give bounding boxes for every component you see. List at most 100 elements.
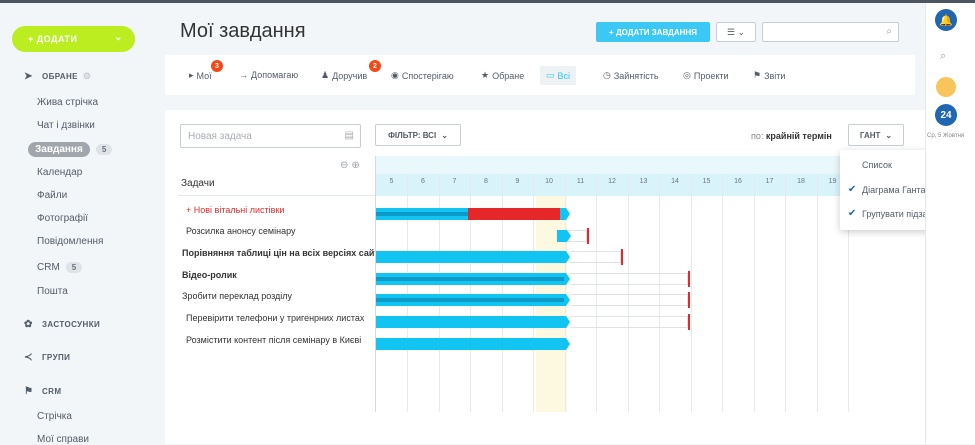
deadline-span xyxy=(570,273,688,285)
gantt-label: ГАНТ xyxy=(859,130,881,140)
sidebar-item-feed[interactable]: Жива стрічка xyxy=(37,97,98,108)
add-button[interactable]: + ДОДАТИ ⌄ xyxy=(12,26,135,52)
apps-section[interactable]: ✿ ЗАСТОСУНКИ xyxy=(24,319,100,330)
grid-line xyxy=(753,174,755,412)
counter-badge[interactable]: 24 xyxy=(935,104,957,126)
day-label: 10 xyxy=(545,178,553,185)
pin-icon: ➤ xyxy=(24,71,33,82)
tab-workload[interactable]: ◷ Зайнятість xyxy=(603,70,659,81)
task-bar[interactable] xyxy=(560,208,570,220)
avatar[interactable] xyxy=(936,77,956,97)
new-task-input[interactable]: Новая задача ▤ xyxy=(180,124,361,148)
deadline-marker xyxy=(621,249,623,265)
day-label: 8 xyxy=(484,178,488,185)
sidebar-item-chat[interactable]: Чат і дзвінки xyxy=(37,120,95,131)
sidebar-item-my-activities[interactable]: Мої справи xyxy=(37,434,89,445)
page-title: Мої завдання xyxy=(180,20,306,42)
grid-line xyxy=(627,174,629,412)
tab-mine[interactable]: ▸ Мої 3 xyxy=(189,60,223,81)
list-icon: ☰ ⌄ xyxy=(726,26,746,37)
form-icon[interactable]: ▤ xyxy=(345,130,354,141)
add-task-button[interactable]: + ДОДАТИ ЗАВДАННЯ xyxy=(596,22,710,42)
add-button-label: + ДОДАТИ xyxy=(28,34,78,44)
sidebar-item-messages[interactable]: Повідомлення xyxy=(37,236,103,247)
sidebar-item-photos[interactable]: Фотографії xyxy=(37,213,88,224)
zoom-controls[interactable]: ⊖⊕ xyxy=(340,160,363,171)
left-sidebar: + ДОДАТИ ⌄ ➤ ОБРАНЕ ⚙ Жива стрічка Чат і… xyxy=(0,3,165,445)
gantt-view-button[interactable]: ГАНТ ⌄ xyxy=(848,124,904,146)
task-bar[interactable] xyxy=(376,251,570,263)
sort-prefix: по: xyxy=(751,131,764,141)
task-bar[interactable] xyxy=(376,294,570,306)
task-bar[interactable] xyxy=(376,338,570,350)
menu-item-list[interactable]: Список xyxy=(848,160,892,170)
zoom-in-icon[interactable]: ⊕ xyxy=(351,160,362,171)
day-label: 7 xyxy=(452,178,457,185)
tab-watching[interactable]: ◉ Спостерігаю xyxy=(391,70,454,81)
tab-reports[interactable]: ⚑ Звіти xyxy=(753,70,785,81)
sidebar-item-crm-feed[interactable]: Стрічка xyxy=(37,411,72,422)
view-mode-button[interactable]: ☰ ⌄ xyxy=(716,22,756,42)
sidebar-item-tasks-wrap: Завдання 5 xyxy=(28,142,113,157)
task-bar[interactable] xyxy=(557,230,571,242)
task-row[interactable]: Порівняння таблиці цін на всіх версіях с… xyxy=(182,248,384,258)
sidebar-item-mail[interactable]: Пошта xyxy=(37,286,68,297)
gear-icon[interactable]: ⚙ xyxy=(83,71,91,82)
sidebar-item-crm[interactable]: CRM xyxy=(37,262,60,273)
tab-projects[interactable]: ◎ Проекти xyxy=(683,70,729,81)
search-icon[interactable]: ⌕ xyxy=(940,50,946,63)
tab-assigned[interactable]: ♟ Доручив 2 xyxy=(321,60,381,81)
tab-helping[interactable]: → Допомагаю xyxy=(239,70,298,80)
sort-selector[interactable]: по: крайній термін xyxy=(751,131,832,141)
overdue-bar[interactable] xyxy=(468,208,560,220)
deadline-marker xyxy=(688,292,690,308)
menu-item-gantt[interactable]: ✔ Діаграма Ганта xyxy=(848,184,925,195)
date-label: Ср, 5 Жовтня xyxy=(927,133,965,139)
task-bar[interactable] xyxy=(376,316,570,328)
task-row[interactable]: Розмістити контент після семінару в Києв… xyxy=(186,335,361,345)
task-bar[interactable] xyxy=(376,208,468,220)
task-row[interactable]: Відео-ролик xyxy=(182,270,237,280)
day-label: 16 xyxy=(734,178,742,185)
day-label: 14 xyxy=(671,178,679,185)
task-row[interactable]: Перевірити телефони у тригенрних листах xyxy=(186,313,364,323)
bell-icon[interactable]: 🔔 xyxy=(935,9,957,31)
groups-section[interactable]: ≺ ГРУПИ xyxy=(24,352,70,363)
tab-label: Обране xyxy=(492,70,525,81)
apps-label: ЗАСТОСУНКИ xyxy=(42,320,101,329)
check-icon: ✔ xyxy=(848,208,857,219)
clock-icon: ◷ xyxy=(603,70,611,80)
tab-label: Всі xyxy=(557,70,571,81)
grid-line xyxy=(596,174,597,412)
crm-section[interactable]: ⚑ CRM xyxy=(24,386,61,397)
task-row[interactable]: Зробити переклад розділу xyxy=(182,291,292,301)
task-row[interactable]: + Нові вітальні листівки xyxy=(186,205,284,215)
arrow-right-icon: → xyxy=(239,70,248,80)
task-row[interactable]: Розсилка анонсу семінару xyxy=(186,226,295,236)
deadline-span xyxy=(570,316,688,328)
sidebar-item-files[interactable]: Файли xyxy=(37,190,67,201)
day-label: 9 xyxy=(515,178,520,185)
task-bar[interactable] xyxy=(376,273,570,285)
day-label: 17 xyxy=(765,178,774,185)
filter-label: ФІЛЬТР: ВСІ xyxy=(388,130,437,140)
tab-all[interactable]: ▭ Всі xyxy=(540,66,577,85)
sidebar-item-calendar[interactable]: Календар xyxy=(37,167,82,178)
search-icon: ⌕ xyxy=(886,26,892,37)
new-task-placeholder: Новая задача xyxy=(188,130,252,142)
zoom-out-icon[interactable]: ⊖ xyxy=(340,160,351,171)
tab-favorites[interactable]: ★ Обране xyxy=(481,70,524,81)
filter-button[interactable]: ФІЛЬТР: ВСІ ⌄ xyxy=(375,124,461,146)
tab-label: Допомагаю xyxy=(251,70,299,80)
flag-icon: ⚑ xyxy=(753,70,762,80)
day-label: 5 xyxy=(389,178,394,185)
apps-icon: ✿ xyxy=(24,319,33,330)
sidebar-item-tasks[interactable]: Завдання xyxy=(28,142,90,157)
chevron-down-icon: ⌄ xyxy=(885,130,893,140)
favorites-section[interactable]: ➤ ОБРАНЕ ⚙ xyxy=(24,71,91,82)
crm-count-badge: 5 xyxy=(65,262,83,273)
search-input[interactable]: ⌕ xyxy=(762,22,899,42)
tab-badge: 3 xyxy=(211,60,223,72)
sidebar-item-crm-wrap: CRM 5 xyxy=(37,262,83,273)
inbox-icon: ▭ xyxy=(546,70,555,80)
